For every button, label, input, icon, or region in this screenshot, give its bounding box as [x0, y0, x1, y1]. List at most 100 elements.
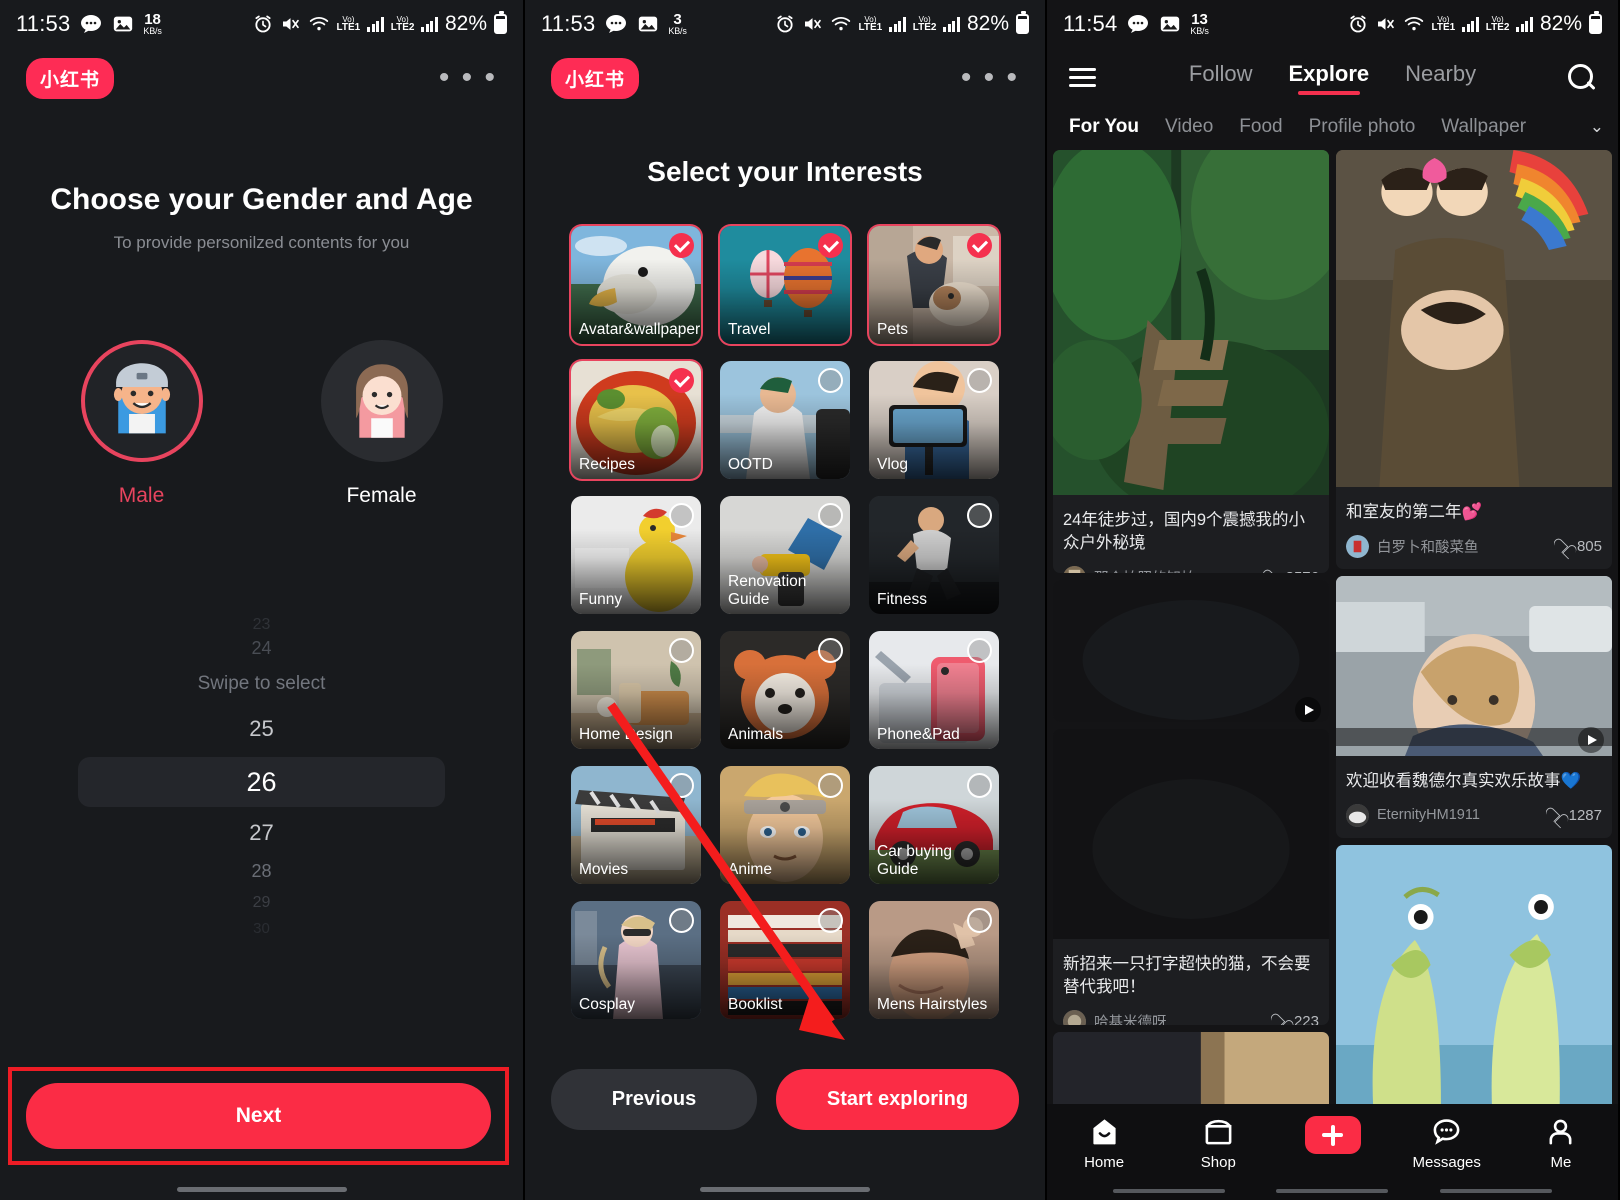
like-count: 805	[1576, 537, 1602, 555]
subtab-video[interactable]: Video	[1165, 116, 1213, 138]
shop-icon	[1205, 1119, 1232, 1145]
interest-tile-renovation-guide[interactable]: Renovation Guide	[720, 496, 850, 614]
interest-tile-pets[interactable]: Pets	[869, 226, 999, 344]
interest-tile-recipes[interactable]: Recipes	[571, 361, 701, 479]
tab-nearby[interactable]: Nearby	[1405, 61, 1476, 93]
xiaohongshu-logo: 小红书	[551, 57, 640, 99]
card-image	[1053, 150, 1329, 520]
interest-label: Animals	[728, 726, 784, 744]
status-bar-2: 11:53 3 KB/s Vo) LTE1 Vo) LTE2 82%	[525, 0, 1045, 48]
age-option-30[interactable]: 30	[0, 920, 523, 944]
next-button-highlight: Next	[8, 1067, 509, 1165]
tab-explore[interactable]: Explore	[1288, 61, 1369, 95]
unselected-circle-icon	[818, 638, 843, 663]
unselected-circle-icon	[967, 638, 992, 663]
app-header-2: 小红书 • • •	[525, 48, 1045, 108]
age-option-27[interactable]: 27	[0, 810, 523, 856]
gender-option-female[interactable]: Female	[320, 340, 443, 508]
start-exploring-button[interactable]: Start exploring	[775, 1069, 1019, 1130]
previous-button[interactable]: Previous	[551, 1069, 757, 1130]
battery-percent: 82%	[444, 12, 487, 35]
card-author[interactable]: 白罗卜和酸菜鱼	[1377, 536, 1479, 557]
card-author[interactable]: 哈基米德呀	[1094, 1011, 1167, 1026]
age-option-24[interactable]: 24	[0, 638, 523, 668]
interest-tile-movies[interactable]: Movies	[571, 766, 701, 884]
gender-option-male[interactable]: Male	[80, 340, 203, 508]
card-likes[interactable]: 1287	[1546, 807, 1602, 824]
age-option-25[interactable]: 25	[0, 708, 523, 754]
heart-icon	[1271, 1013, 1288, 1025]
battery-icon	[1589, 11, 1602, 34]
age-picker[interactable]: 23 24 Swipe to select 25 26 27 28 29 30	[0, 616, 523, 937]
card-image	[1336, 844, 1612, 1145]
bottom-tab-bar: Home Shop Messages Me	[1047, 1104, 1618, 1200]
subtab-wallpaper[interactable]: Wallpaper	[1441, 116, 1526, 138]
network-speed: 18 KB/s	[143, 10, 162, 36]
subtab-food[interactable]: Food	[1239, 116, 1282, 138]
age-option-23[interactable]: 23	[0, 616, 523, 638]
feed-card[interactable]	[1053, 580, 1329, 723]
tab-follow[interactable]: Follow	[1189, 61, 1253, 93]
play-icon[interactable]	[1295, 697, 1321, 723]
interest-tile-travel[interactable]: Travel	[720, 226, 850, 344]
selected-check-icon	[669, 368, 694, 393]
interest-tile-cosplay[interactable]: Cosplay	[571, 901, 701, 1019]
interest-tile-ootd[interactable]: OOTD	[720, 361, 850, 479]
page-title: Choose your Gender and Age	[50, 183, 473, 216]
interest-tile-phone-pad[interactable]: Phone&Pad	[869, 631, 999, 749]
card-likes[interactable]: 223	[1271, 1013, 1319, 1026]
feed-card[interactable]	[1336, 844, 1612, 1145]
more-options-button[interactable]: • • •	[439, 63, 497, 93]
feed-card[interactable]: 欢迎收看魏德尔真实欢乐故事💙 EternityHM1911 1287	[1336, 575, 1612, 838]
subtab-for-you[interactable]: For You	[1069, 116, 1139, 138]
tab-create[interactable]	[1275, 1116, 1389, 1161]
search-icon[interactable]	[1566, 62, 1596, 92]
age-option-28[interactable]: 28	[0, 856, 523, 894]
card-author[interactable]: EternityHM1911	[1377, 807, 1480, 823]
explore-top-nav: Follow Explore Nearby	[1047, 48, 1618, 106]
interest-tile-booklist[interactable]: Booklist	[720, 901, 850, 1019]
unselected-circle-icon	[818, 503, 843, 528]
interest-tile-animals[interactable]: Animals	[720, 631, 850, 749]
interest-tile-anime[interactable]: Anime	[720, 766, 850, 884]
male-label: Male	[118, 484, 165, 507]
interest-tile-vlog[interactable]: Vlog	[869, 361, 999, 479]
chevron-down-icon[interactable]: ⌄	[1590, 117, 1604, 137]
tab-shop[interactable]: Shop	[1161, 1116, 1275, 1171]
card-likes[interactable]: 3576	[1263, 569, 1319, 574]
tab-label: Me	[1550, 1154, 1572, 1171]
volte-sim2-icon: Vo) LTE2	[912, 14, 937, 34]
interest-grid: Avatar&wallpaper Travel Pets Recipes OOT…	[525, 226, 1045, 1019]
age-option-29[interactable]: 29	[0, 894, 523, 920]
interest-tile-avatar-wallpaper[interactable]: Avatar&wallpaper	[571, 226, 701, 344]
feed-card[interactable]: 和室友的第二年💕 白罗卜和酸菜鱼 805	[1336, 150, 1612, 569]
subtab-profile-photo[interactable]: Profile photo	[1309, 116, 1416, 138]
tab-messages[interactable]: Messages	[1390, 1116, 1504, 1171]
card-byline: 那个拍照的知柏 3576	[1063, 565, 1319, 574]
tab-me[interactable]: Me	[1504, 1116, 1618, 1171]
feed-card[interactable]: 24年徒步过，国内9个震撼我的小众户外秘境 那个拍照的知柏 3576	[1053, 150, 1329, 574]
chat-bubble-icon	[1128, 15, 1149, 33]
next-button[interactable]: Next	[26, 1083, 491, 1149]
tab-home[interactable]: Home	[1047, 1116, 1161, 1171]
screen-gender-age: 11:53 18 KB/s Vo) LTE1 Vo) LTE2 82% 小红书 …	[0, 0, 523, 1200]
unselected-circle-icon	[818, 908, 843, 933]
plus-icon[interactable]	[1304, 1116, 1361, 1154]
card-likes[interactable]: 805	[1554, 538, 1602, 555]
interest-label: Pets	[877, 321, 909, 339]
age-option-selected[interactable]: 26	[78, 757, 445, 807]
card-image	[1336, 575, 1612, 774]
interest-tile-home-design[interactable]: Home Design	[571, 631, 701, 749]
feed-card[interactable]: 新招来一只打字超快的猫，不会要替代我吧！ 哈基米德呀 223	[1053, 729, 1329, 1026]
heart-icon	[1554, 538, 1571, 554]
more-options-button[interactable]: • • •	[961, 63, 1019, 93]
interest-tile-fitness[interactable]: Fitness	[869, 496, 999, 614]
interest-tile-car-buying-guide[interactable]: Car buying Guide	[869, 766, 999, 884]
tab-label: Messages	[1412, 1154, 1481, 1171]
play-icon[interactable]	[1578, 726, 1604, 753]
interest-tile-funny[interactable]: Funny	[571, 496, 701, 614]
interest-tile-mens-hairstyles[interactable]: Mens Hairstyles	[869, 901, 999, 1019]
card-author[interactable]: 那个拍照的知柏	[1094, 567, 1196, 574]
interest-label: Mens Hairstyles	[877, 996, 988, 1014]
interest-label: Cosplay	[579, 996, 635, 1014]
